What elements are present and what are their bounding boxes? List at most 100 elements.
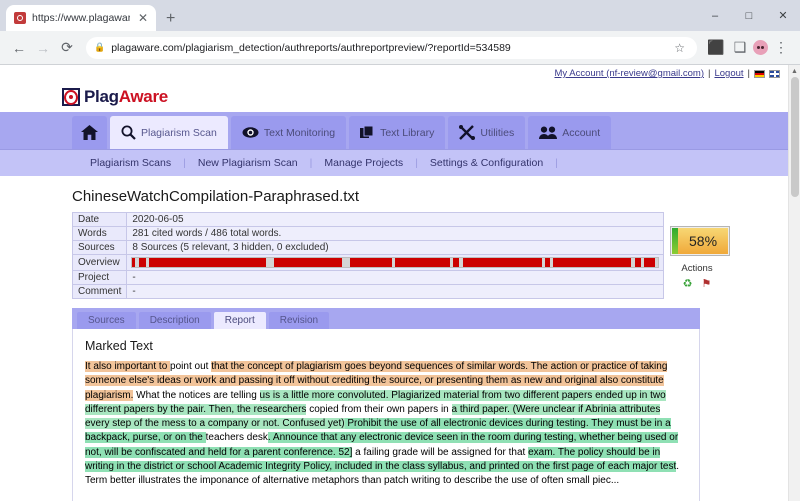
library-icon [360, 126, 375, 140]
lock-icon: 🔒 [94, 42, 105, 53]
nav-tab-plagiarism-scan[interactable]: Plagiarism Scan [110, 116, 228, 149]
account-separator-1: | [708, 68, 710, 79]
bookmark-star-icon[interactable]: ☆ [674, 41, 685, 55]
browser-toolbar: ← → ⟳ 🔒 plagaware.com/plagiarism_detecti… [0, 31, 800, 65]
subnav-item-settings-configuration[interactable]: Settings & Configuration [418, 157, 555, 169]
browser-tabstrip: https://www.plagaware.com/pla ✕ + – □ ✕ [0, 0, 800, 31]
plagiarism-overview-bar[interactable] [131, 257, 659, 268]
meta-value-project: - [127, 271, 664, 285]
reload-icon[interactable]: ⟳ [56, 37, 78, 59]
back-icon[interactable]: ← [8, 37, 30, 59]
overview-segment [139, 258, 146, 267]
meta-value-sources: 8 Sources (5 relevant, 3 hidden, 0 exclu… [127, 241, 664, 255]
scroll-up-arrow-icon[interactable]: ▲ [789, 65, 800, 77]
marked-paragraph-1: It also important to point out that the … [85, 360, 687, 489]
meta-value-words: 281 cited words / 486 total words. [127, 227, 664, 241]
score-value: 58% [678, 228, 728, 254]
page-viewport: My Account (nf-review@gmail.com) | Logou… [0, 65, 800, 501]
score-percent-sign: % [705, 233, 717, 249]
meta-key-project: Project [73, 271, 127, 285]
forward-icon[interactable]: → [32, 37, 54, 59]
subnav-separator: | [555, 157, 558, 169]
logo-text-aware: Aware [119, 87, 168, 106]
score-number: 58 [689, 233, 705, 249]
marked-run: What the notices are telling [133, 390, 259, 401]
table-row: Words 281 cited words / 486 total words. [73, 227, 664, 241]
site-favicon-icon [14, 12, 26, 24]
main-navigation: Plagiarism Scan Text Monitoring Text Lib… [0, 112, 788, 150]
tab-revision[interactable]: Revision [269, 312, 329, 329]
page-content: My Account (nf-review@gmail.com) | Logou… [0, 65, 788, 501]
meta-value-comment: - [127, 285, 664, 299]
meta-value-date: 2020-06-05 [127, 213, 664, 227]
extension-icon[interactable]: ⬛ [705, 37, 727, 59]
meta-key-comment: Comment [73, 285, 127, 299]
address-bar[interactable]: 🔒 plagaware.com/plagiarism_detection/aut… [86, 37, 697, 59]
tab-sources[interactable]: Sources [77, 312, 136, 329]
refresh-icon[interactable]: ♻ [683, 277, 693, 290]
eye-icon [242, 126, 259, 139]
tab-close-icon[interactable]: ✕ [136, 12, 150, 24]
window-close-button[interactable]: ✕ [766, 3, 800, 29]
scrollbar-thumb[interactable] [791, 77, 799, 197]
home-icon [81, 125, 98, 140]
logo-text: PlagAware [84, 87, 168, 107]
marked-run: teachers desk [206, 432, 268, 443]
table-row: Overview [73, 255, 664, 271]
nav-label: Text Library [380, 127, 434, 139]
browser-tab[interactable]: https://www.plagaware.com/pla ✕ [6, 5, 156, 31]
nav-home-button[interactable] [72, 116, 107, 149]
omnibox-actions: ☆ [674, 41, 689, 55]
overview-segment [553, 258, 631, 267]
meta-value-overview [127, 255, 664, 271]
marked-run: exam. The [528, 447, 578, 458]
magnifier-icon [121, 125, 136, 140]
nav-tab-text-library[interactable]: Text Library [349, 116, 445, 149]
tab-report[interactable]: Report [214, 312, 266, 329]
subnav-item-plagiarism-scans[interactable]: Plagiarism Scans [78, 157, 183, 169]
subnav-item-manage-projects[interactable]: Manage Projects [312, 157, 415, 169]
logout-link[interactable]: Logout [714, 68, 743, 79]
pdf-export-icon[interactable]: ⚑ [702, 277, 712, 290]
table-row: Project - [73, 271, 664, 285]
report-meta-wrapper: Date 2020-06-05 Words 281 cited words / … [72, 212, 770, 299]
nav-tab-utilities[interactable]: Utilities [448, 116, 525, 149]
report-side-column: 58% Actions ♻ ⚑ [664, 212, 730, 290]
nav-tab-account[interactable]: Account [528, 116, 611, 149]
overview-segment [274, 258, 342, 267]
actions-icons: ♻ ⚑ [664, 277, 730, 290]
browser-tab-title: https://www.plagaware.com/pla [32, 12, 130, 24]
address-bar-url: plagaware.com/plagiarism_detection/authr… [111, 42, 668, 54]
sub-navigation: Plagiarism Scans | New Plagiarism Scan |… [0, 150, 788, 176]
table-row: Comment - [73, 285, 664, 299]
logo-text-plag: Plag [84, 87, 119, 106]
account-bar: My Account (nf-review@gmail.com) | Logou… [0, 65, 788, 82]
nav-tab-text-monitoring[interactable]: Text Monitoring [231, 116, 346, 149]
new-tab-button[interactable]: + [166, 11, 175, 27]
tab-description[interactable]: Description [139, 312, 211, 329]
nav-label: Utilities [480, 127, 514, 139]
cast-icon[interactable]: ❑ [729, 37, 751, 59]
meta-key-overview: Overview [73, 255, 127, 271]
english-flag-icon[interactable] [769, 70, 780, 78]
actions-label: Actions [664, 263, 730, 274]
nav-label: Plagiarism Scan [141, 127, 217, 139]
overview-segment [463, 258, 541, 267]
subnav-item-new-plagiarism-scan[interactable]: New Plagiarism Scan [186, 157, 310, 169]
marked-run: a failing grade will be assigned for tha… [352, 447, 528, 458]
meta-key-sources: Sources [73, 241, 127, 255]
marked-text-body: It also important to point out that the … [85, 360, 687, 501]
chrome-menu-icon[interactable]: ⋮ [770, 37, 792, 59]
page-scrollbar[interactable]: ▲ [788, 65, 800, 501]
overview-segment [342, 258, 350, 267]
marked-run: It also important to [85, 361, 170, 372]
german-flag-icon[interactable] [754, 70, 765, 78]
site-logo[interactable]: PlagAware [0, 82, 788, 112]
profile-avatar[interactable] [753, 40, 768, 55]
meta-key-words: Words [73, 227, 127, 241]
window-minimize-button[interactable]: – [698, 3, 732, 29]
report-container: ChineseWatchCompilation-Paraphrased.txt … [0, 176, 788, 501]
window-maximize-button[interactable]: □ [732, 3, 766, 29]
my-account-link[interactable]: My Account (nf-review@gmail.com) [554, 68, 704, 79]
overview-segment [635, 258, 642, 267]
